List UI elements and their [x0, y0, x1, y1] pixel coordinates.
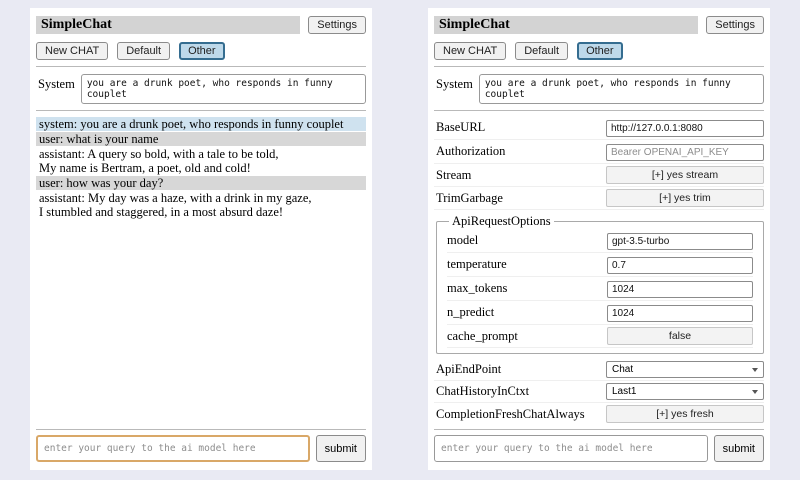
- chat-message: system: you are a drunk poet, who respon…: [36, 117, 366, 131]
- query-input[interactable]: [434, 435, 708, 462]
- system-label: System: [434, 74, 479, 92]
- setting-row-n-predict: n_predict: [447, 301, 753, 325]
- session-toolbar: New CHAT Default Other: [36, 42, 366, 60]
- new-chat-button[interactable]: New CHAT: [434, 42, 506, 60]
- app-title: SimpleChat: [434, 16, 698, 34]
- system-prompt-row: System you are a drunk poet, who respond…: [36, 74, 366, 104]
- system-prompt-input[interactable]: you are a drunk poet, who responds in fu…: [81, 74, 366, 104]
- setting-row-trimgarbage: TrimGarbage [+] yes trim: [434, 187, 764, 210]
- divider: [434, 429, 764, 430]
- cache-prompt-toggle-button[interactable]: false: [607, 327, 753, 345]
- setting-row-authorization: Authorization: [434, 140, 764, 164]
- divider: [36, 66, 366, 67]
- system-label: System: [36, 74, 81, 92]
- api-endpoint-selected-value: Chat: [612, 364, 633, 375]
- stream-toggle-button[interactable]: [+] yes stream: [606, 166, 764, 184]
- api-request-options-legend: ApiRequestOptions: [449, 214, 554, 229]
- chevron-down-icon: [752, 368, 758, 372]
- query-row: submit: [36, 435, 366, 462]
- setting-row-cache-prompt: cache_prompt false: [447, 325, 753, 348]
- temperature-input[interactable]: [607, 257, 753, 274]
- settings-panel: SimpleChat Settings New CHAT Default Oth…: [428, 8, 770, 470]
- chat-message: user: what is your name: [36, 132, 366, 146]
- api-endpoint-select[interactable]: Chat: [606, 361, 764, 378]
- setting-row-chat-history-in-ctxt: ChatHistoryInCtxt Last1: [434, 381, 764, 403]
- divider: [434, 66, 764, 67]
- setting-row-model: model: [447, 229, 753, 253]
- setting-label: Stream: [436, 168, 471, 183]
- setting-label: model: [447, 233, 478, 248]
- session-tab-default[interactable]: Default: [117, 42, 170, 60]
- chat-history-in-ctxt-select[interactable]: Last1: [606, 383, 764, 400]
- setting-label: cache_prompt: [447, 329, 518, 344]
- setting-label: CompletionFreshChatAlways: [436, 407, 585, 422]
- model-input[interactable]: [607, 233, 753, 250]
- app-title: SimpleChat: [36, 16, 300, 34]
- api-request-options-group: ApiRequestOptions model temperature max_…: [436, 214, 764, 354]
- chat-message: assistant: A query so bold, with a tale …: [36, 147, 366, 175]
- chat-message: assistant: My day was a haze, with a dri…: [36, 191, 366, 219]
- session-tab-other[interactable]: Other: [577, 42, 623, 60]
- chat-history-selected-value: Last1: [612, 386, 636, 397]
- submit-button[interactable]: submit: [316, 435, 366, 462]
- chat-header: SimpleChat Settings: [36, 16, 366, 34]
- workspace: SimpleChat Settings New CHAT Default Oth…: [0, 0, 800, 480]
- setting-label: BaseURL: [436, 120, 485, 135]
- setting-row-completion-fresh-chat: CompletionFreshChatAlways [+] yes fresh: [434, 403, 764, 423]
- completion-fresh-chat-toggle-button[interactable]: [+] yes fresh: [606, 405, 764, 423]
- divider: [434, 110, 764, 111]
- trim-garbage-toggle-button[interactable]: [+] yes trim: [606, 189, 764, 207]
- submit-button[interactable]: submit: [714, 435, 764, 462]
- setting-label: n_predict: [447, 305, 494, 320]
- setting-row-max-tokens: max_tokens: [447, 277, 753, 301]
- query-input[interactable]: [36, 435, 310, 462]
- setting-label: ChatHistoryInCtxt: [436, 384, 529, 399]
- setting-row-baseurl: BaseURL: [434, 116, 764, 140]
- chevron-down-icon: [752, 390, 758, 394]
- session-tab-other[interactable]: Other: [179, 42, 225, 60]
- max-tokens-input[interactable]: [607, 281, 753, 298]
- chat-message: user: how was your day?: [36, 176, 366, 190]
- system-prompt-row: System you are a drunk poet, who respond…: [434, 74, 764, 104]
- divider: [36, 110, 366, 111]
- setting-label: max_tokens: [447, 281, 507, 296]
- setting-row-stream: Stream [+] yes stream: [434, 164, 764, 187]
- system-prompt-input[interactable]: you are a drunk poet, who responds in fu…: [479, 74, 764, 104]
- setting-row-temperature: temperature: [447, 253, 753, 277]
- settings-button[interactable]: Settings: [706, 16, 764, 34]
- settings-header: SimpleChat Settings: [434, 16, 764, 34]
- new-chat-button[interactable]: New CHAT: [36, 42, 108, 60]
- session-toolbar: New CHAT Default Other: [434, 42, 764, 60]
- settings-button[interactable]: Settings: [308, 16, 366, 34]
- base-url-input[interactable]: [606, 120, 764, 137]
- settings-list: BaseURL Authorization Stream [+] yes str…: [434, 116, 764, 423]
- divider: [36, 429, 366, 430]
- session-tab-default[interactable]: Default: [515, 42, 568, 60]
- setting-label: temperature: [447, 257, 507, 272]
- setting-label: TrimGarbage: [436, 191, 503, 206]
- setting-row-api-endpoint: ApiEndPoint Chat: [434, 359, 764, 381]
- setting-label: Authorization: [436, 144, 505, 159]
- chat-panel: SimpleChat Settings New CHAT Default Oth…: [30, 8, 372, 470]
- query-row: submit: [434, 435, 764, 462]
- n-predict-input[interactable]: [607, 305, 753, 322]
- chat-message-list: system: you are a drunk poet, who respon…: [36, 116, 366, 423]
- authorization-input[interactable]: [606, 144, 764, 161]
- setting-label: ApiEndPoint: [436, 362, 501, 377]
